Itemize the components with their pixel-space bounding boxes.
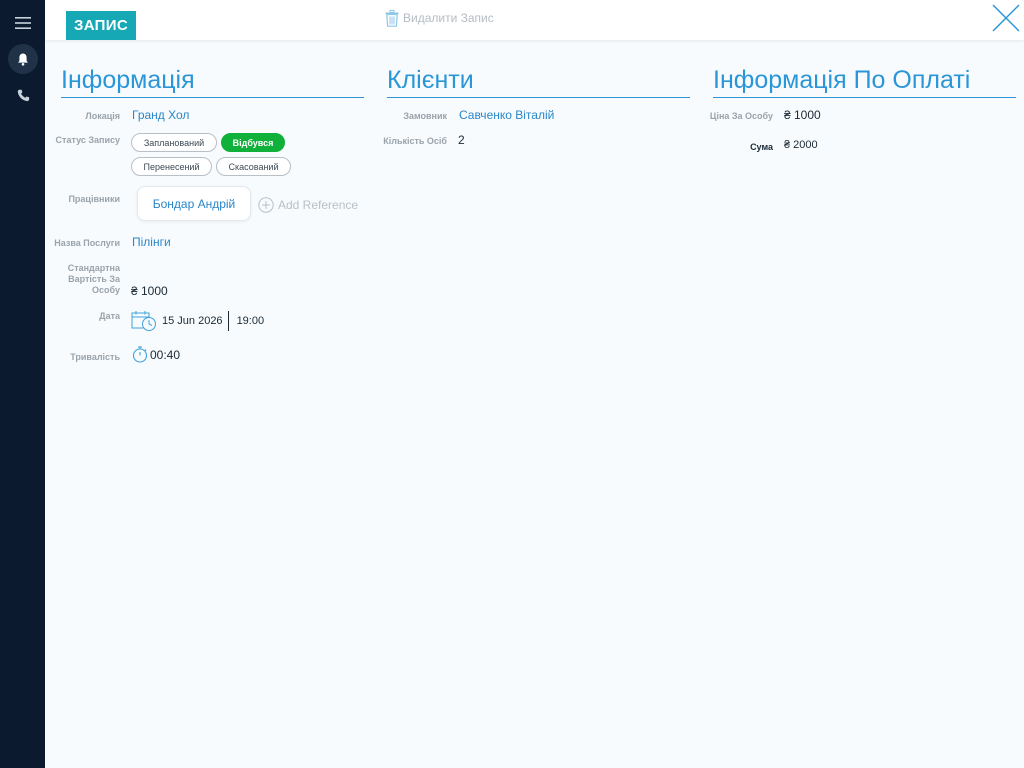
location-label: Локація [85, 111, 120, 121]
date-time-divider [227, 311, 229, 331]
hamburger-icon [15, 17, 31, 29]
workers-label: Працівники [68, 194, 120, 204]
duration-picker[interactable]: 00:40 [132, 346, 180, 363]
status-option-moved[interactable]: Перенесений [131, 157, 212, 176]
calendar-clock-icon [131, 311, 156, 331]
persons-value: 2 [458, 133, 465, 147]
plus-circle-icon [258, 197, 274, 213]
customer-label: Замовник [403, 111, 447, 121]
add-reference-label: Add Reference [278, 198, 359, 212]
date-value: 15 Jun 2026 [162, 315, 223, 327]
price-per-person-label: Ціна За Особу [709, 111, 773, 121]
sum-value: ₴ 2000 [784, 139, 818, 151]
persons-label: Кількість Осіб [383, 136, 447, 146]
date-picker[interactable]: 15 Jun 2026 19:00 [131, 310, 264, 332]
worker-chip[interactable]: Бондар Андрій [137, 186, 251, 221]
std-price-value: ₴ 1000 [131, 284, 168, 298]
stopwatch-icon [132, 346, 148, 363]
status-option-cancelled[interactable]: Скасований [216, 157, 291, 176]
std-price-label: Стандартна Вартість За Особу [67, 263, 120, 295]
duration-value: 00:40 [150, 347, 181, 362]
clients-title: Клієнти [387, 66, 690, 98]
date-label: Дата [99, 311, 120, 321]
delete-record-button[interactable]: Видалити Запис [385, 8, 494, 28]
phone-icon [17, 89, 29, 101]
customer-value[interactable]: Савченко Віталій [459, 108, 554, 122]
top-bar: ЗАПИС Видалити Запис [45, 0, 1024, 40]
clients-section: Клієнти Замовник Савченко Віталій Кількі… [383, 66, 690, 147]
bell-icon [18, 53, 28, 66]
service-label: Назва Послуги [54, 238, 120, 248]
status-option-planned[interactable]: Запланований [131, 133, 217, 152]
phone-button[interactable] [8, 80, 38, 110]
left-rail [0, 0, 45, 768]
trash-icon [385, 9, 399, 27]
close-icon [992, 4, 1020, 32]
add-reference-button[interactable]: Add Reference [258, 197, 358, 213]
duration-label: Тривалість [70, 352, 120, 362]
close-button[interactable] [992, 4, 1020, 32]
status-label: Статус Запису [55, 135, 120, 145]
service-value[interactable]: Пілінги [132, 235, 171, 249]
menu-button[interactable] [8, 8, 38, 38]
delete-record-label: Видалити Запис [403, 11, 494, 25]
info-title: Інформація [61, 66, 364, 98]
time-value: 19:00 [236, 315, 265, 327]
payment-title: Інформація По Оплаті [713, 66, 1016, 98]
location-value[interactable]: Гранд Хол [132, 108, 189, 122]
info-section: Інформація Локація Гранд Хол Статус Запи… [54, 66, 364, 363]
price-per-person-value: ₴ 1000 [784, 108, 821, 122]
page-title: ЗАПИС [66, 11, 136, 40]
payment-section: Інформація По Оплаті Ціна За Особу ₴ 100… [710, 66, 1016, 152]
status-option-done[interactable]: Відбувся [221, 133, 285, 152]
sum-label: Сума [750, 142, 773, 152]
notifications-button[interactable] [8, 44, 38, 74]
